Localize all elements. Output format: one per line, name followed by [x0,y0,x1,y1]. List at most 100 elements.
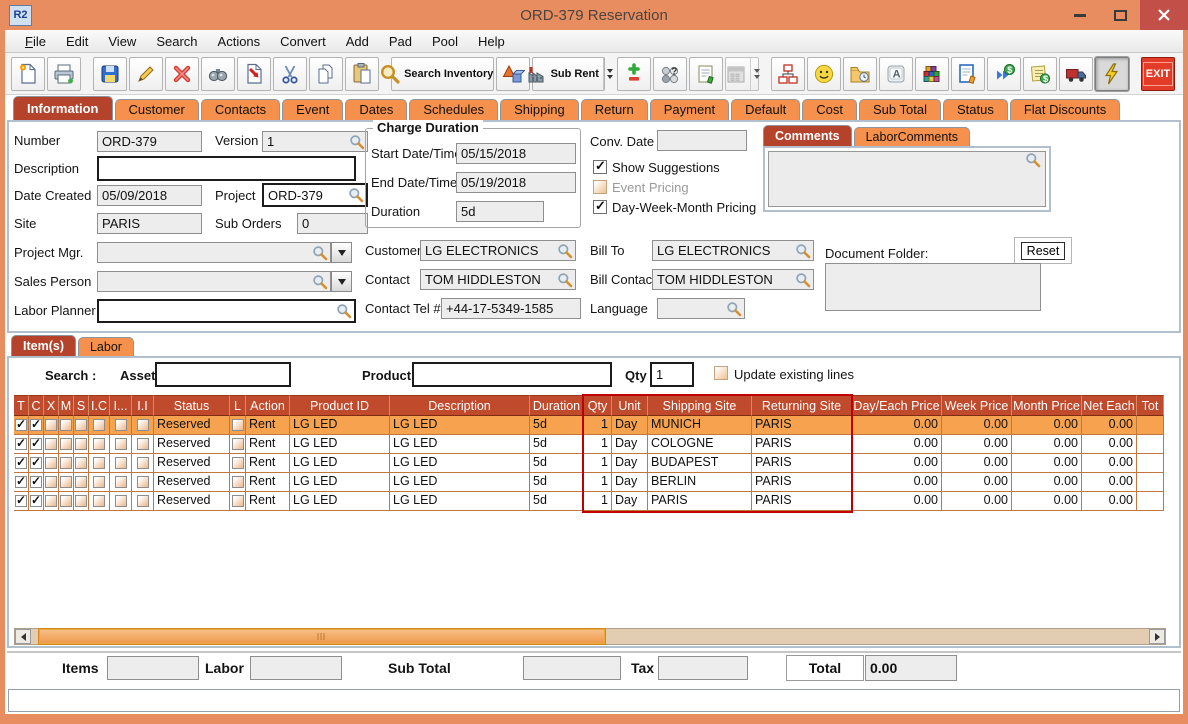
row-checkbox-c[interactable] [30,474,42,488]
qty-input[interactable]: 1 [650,362,694,387]
column-header-week-price[interactable]: Week Price [942,395,1012,416]
tab-payment[interactable]: Payment [649,99,730,120]
row-checkbox-i-c[interactable] [93,457,105,469]
column-header-description[interactable]: Description [390,395,530,416]
tab-information[interactable]: Information [13,96,113,120]
tab-customer[interactable]: Customer [114,99,199,120]
project-field[interactable]: ORD-379 [262,183,368,207]
row-checkbox-i-i[interactable] [136,457,149,469]
row-checkbox-i-i[interactable] [136,438,149,450]
tab-flat-discounts[interactable]: Flat Discounts [1009,99,1121,120]
print-button[interactable] [47,56,81,91]
table-row[interactable]: ReservedRentLG LEDLG LED5d1DayBUDAPESTPA… [14,454,1164,473]
save-button[interactable] [93,56,127,91]
column-header-x[interactable]: X [44,395,59,416]
maximize-button[interactable] [1100,0,1140,30]
column-header-tot[interactable]: Tot [1137,395,1164,416]
row-checkbox-m[interactable] [60,476,72,488]
menu-add[interactable]: Add [336,31,379,52]
scrollbar-track[interactable] [31,628,1149,645]
search-icon[interactable] [557,272,573,288]
row-checkbox-t[interactable] [15,436,27,450]
table-row[interactable]: ReservedRentLG LEDLG LED5d1DayMUNICHPARI… [14,416,1164,435]
row-checkbox-x[interactable] [45,457,57,469]
horizontal-scrollbar[interactable] [14,628,1166,645]
row-checkbox-m[interactable] [60,495,72,507]
close-button[interactable] [1140,0,1188,30]
search-icon[interactable] [795,243,811,259]
row-checkbox-i-i[interactable] [136,476,149,488]
tab-return[interactable]: Return [580,99,648,120]
chevron-down-icon[interactable] [602,57,613,90]
menu-file[interactable]: File [15,31,56,52]
copy-button[interactable] [309,56,343,91]
search-icon[interactable] [336,303,352,319]
search-icon[interactable] [348,187,364,203]
scroll-right-button[interactable] [1149,629,1165,644]
asset-input[interactable] [155,362,291,387]
menu-pool[interactable]: Pool [422,31,468,52]
exit-button[interactable]: EXIT [1141,56,1175,91]
row-checkbox-l[interactable] [231,419,244,431]
update-existing-lines-checkbox[interactable] [714,366,728,380]
tab-event[interactable]: Event [282,99,344,120]
column-header-day-each-price[interactable]: Day/Each Price [852,395,942,416]
new-document-button[interactable] [11,56,45,91]
chevron-down-icon[interactable] [750,57,760,90]
row-checkbox-c[interactable] [30,455,42,469]
menu-search[interactable]: Search [146,31,207,52]
row-checkbox-i-[interactable] [114,419,127,431]
scroll-left-button[interactable] [15,629,31,644]
description-field[interactable] [97,156,356,181]
row-checkbox-i-c[interactable] [93,495,105,507]
items-tab-labor[interactable]: Labor [77,337,134,356]
row-checkbox-x[interactable] [45,438,57,450]
column-header-status[interactable]: Status [154,395,230,416]
column-header-month-price[interactable]: Month Price [1012,395,1082,416]
row-checkbox-m[interactable] [60,419,72,431]
column-header-i-i[interactable]: I.I [132,395,154,416]
export-document-button[interactable] [237,56,271,91]
column-header-s[interactable]: S [74,395,89,416]
table-row[interactable]: ReservedRentLG LEDLG LED5d1DayCOLOGNEPAR… [14,435,1164,454]
row-checkbox-x[interactable] [45,419,57,431]
menu-convert[interactable]: Convert [270,31,336,52]
calendar-button[interactable] [725,56,760,91]
search-icon[interactable] [557,243,573,259]
row-checkbox-l[interactable] [231,438,244,450]
document-edit-button[interactable] [951,56,985,91]
color-blocks-button[interactable] [915,56,949,91]
menu-help[interactable]: Help [468,31,515,52]
row-checkbox-c[interactable] [30,417,42,431]
column-header-i-c[interactable]: I.C [89,395,110,416]
column-header-m[interactable]: M [59,395,74,416]
row-checkbox-x[interactable] [45,495,57,507]
product-input[interactable] [412,362,612,387]
key-a-button[interactable]: A [879,56,913,91]
project-mgr-dropdown[interactable] [331,242,352,263]
column-header-returning-site[interactable]: Returning Site [752,395,852,416]
org-chart-button[interactable] [771,56,805,91]
row-checkbox-i-[interactable] [114,495,127,507]
menu-edit[interactable]: Edit [56,31,98,52]
row-checkbox-i-i[interactable] [136,495,149,507]
row-checkbox-s[interactable] [75,476,87,488]
menu-view[interactable]: View [98,31,146,52]
row-checkbox-m[interactable] [60,457,72,469]
search-icon[interactable] [312,274,328,290]
tab-cost[interactable]: Cost [802,99,857,120]
tab-status[interactable]: Status [942,99,1008,120]
folder-clock-button[interactable] [843,56,877,91]
search-icon[interactable] [1025,152,1041,168]
items-tab-item-s-[interactable]: Item(s) [11,335,76,356]
column-header-qty[interactable]: Qty [584,395,612,416]
row-checkbox-l[interactable] [231,476,244,488]
row-checkbox-s[interactable] [75,419,87,431]
subtab-laborcomments[interactable]: LaborComments [853,127,970,146]
table-row[interactable]: ReservedRentLG LEDLG LED5d1DayBERLINPARI… [14,473,1164,492]
column-header-t[interactable]: T [14,395,29,416]
edit-button[interactable] [129,56,163,91]
reset-button[interactable]: Reset [1020,241,1066,260]
table-row[interactable]: ReservedRentLG LEDLG LED5d1DayPARISPARIS… [14,492,1164,511]
search-icon[interactable] [795,272,811,288]
